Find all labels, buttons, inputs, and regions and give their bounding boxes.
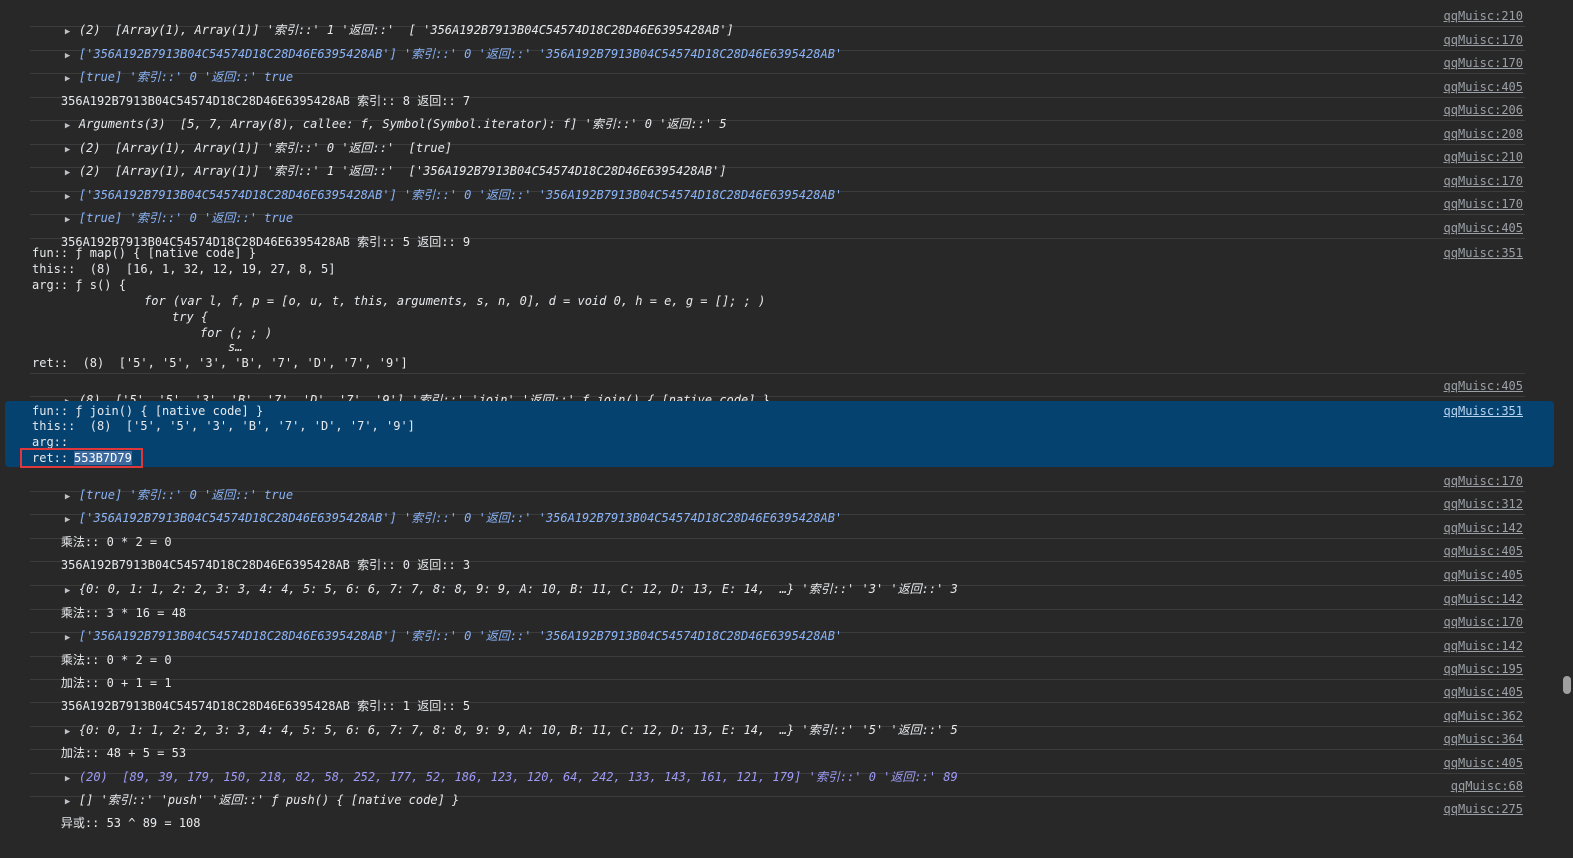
log-row[interactable]: ▶ (2) [Array(1), Array(1)] '索引::' 1 '返回::… xyxy=(30,4,1525,37)
source-link[interactable]: qqMuisc:405 xyxy=(1444,221,1523,235)
log-group-map: fun:: ƒ map() { [native code] } this:: (… xyxy=(30,240,1525,374)
source-link[interactable]: qqMuisc:405 xyxy=(1444,379,1523,393)
source-link[interactable]: qqMuisc:170 xyxy=(1444,174,1523,188)
source-link[interactable]: qqMuisc:170 xyxy=(1444,197,1523,211)
fun-line: fun:: ƒ map() { [native code] } xyxy=(32,246,256,260)
source-link[interactable]: qqMuisc:170 xyxy=(1444,474,1523,488)
log-group-join: fun:: ƒ join() { [native code] } this:: … xyxy=(30,401,1525,467)
arg-body-line: for (; ; ) xyxy=(200,326,273,340)
log-row[interactable]: ▶ (2) [Array(1), Array(1)] '索引::' 1 '返回::… xyxy=(30,145,1525,178)
arg-body-line: try { xyxy=(172,310,209,324)
vertical-scrollbar[interactable] xyxy=(1558,0,1573,818)
arg-body-line: s… xyxy=(228,340,243,354)
this-line[interactable]: this:: (8) ['5', '5', '3', 'B', '7', 'D'… xyxy=(32,419,415,433)
source-link[interactable]: qqMuisc:170 xyxy=(1444,33,1523,47)
log-row[interactable]: ▶ [true] '索引::' 0 '返回::' true qqMuisc:170 xyxy=(30,51,1525,84)
log-row[interactable]: ▶ [true] '索引::' 0 '返回::' true qqMuisc:170 xyxy=(30,192,1525,225)
fun-line: fun:: ƒ join() { [native code] } xyxy=(32,404,264,418)
source-link[interactable]: qqMuisc:170 xyxy=(1444,56,1523,70)
highlight-box xyxy=(20,448,143,468)
source-link[interactable]: qqMuisc:206 xyxy=(1444,103,1523,117)
log-row[interactable]: ▶ ['356A192B7913B04C54574D18C28D46E639542… xyxy=(30,169,1525,202)
log-row[interactable]: ▶ Arguments(3) [5, 7, Array(8), callee: f… xyxy=(30,98,1525,131)
expand-triangle-icon[interactable]: ▶ xyxy=(65,490,79,504)
log-row[interactable]: ▶ ['356A192B7913B04C54574D18C28D46E639542… xyxy=(30,28,1525,61)
log-row: 356A192B7913B04C54574D18C28D46E6395428AB… xyxy=(30,216,1525,249)
ret-line[interactable]: ret:: (8) ['5', '5', '3', 'B', '7', 'D',… xyxy=(32,356,408,370)
source-link[interactable]: qqMuisc:210 xyxy=(1444,150,1523,164)
log-row: 356A192B7913B04C54574D18C28D46E6395428AB… xyxy=(30,75,1525,108)
this-line[interactable]: this:: (8) [16, 1, 32, 12, 19, 27, 8, 5] xyxy=(32,262,335,276)
source-link[interactable]: qqMuisc:351 xyxy=(1444,246,1523,260)
log-row[interactable]: ▶(8) ['5', '5', '3', 'B', '7', 'D', '7',… xyxy=(30,374,1525,407)
source-link[interactable]: qqMuisc:351 xyxy=(1444,404,1523,418)
log-row[interactable]: ▶ [true] '索引::' 0 '返回::' true qqMuisc:170 xyxy=(30,469,1525,502)
log-text: 异或:: 53 ^ 89 = 108 xyxy=(60,816,201,830)
source-link[interactable]: qqMuisc:405 xyxy=(1444,80,1523,94)
arg-line: arg:: xyxy=(32,435,69,449)
log-row[interactable]: ▶ (2) [Array(1), Array(1)] '索引::' 0 '返回::… xyxy=(30,122,1525,155)
arg-body-line: for (var l, f, p = [o, u, t, this, argum… xyxy=(144,294,766,308)
log-text: [true] '索引::' 0 '返回::' true xyxy=(78,488,294,502)
source-link[interactable]: qqMuisc:210 xyxy=(1444,9,1523,23)
arg-line: arg:: ƒ s() { xyxy=(32,278,126,292)
scrollbar-thumb[interactable] xyxy=(1563,676,1571,694)
source-link[interactable]: qqMuisc:208 xyxy=(1444,127,1523,141)
